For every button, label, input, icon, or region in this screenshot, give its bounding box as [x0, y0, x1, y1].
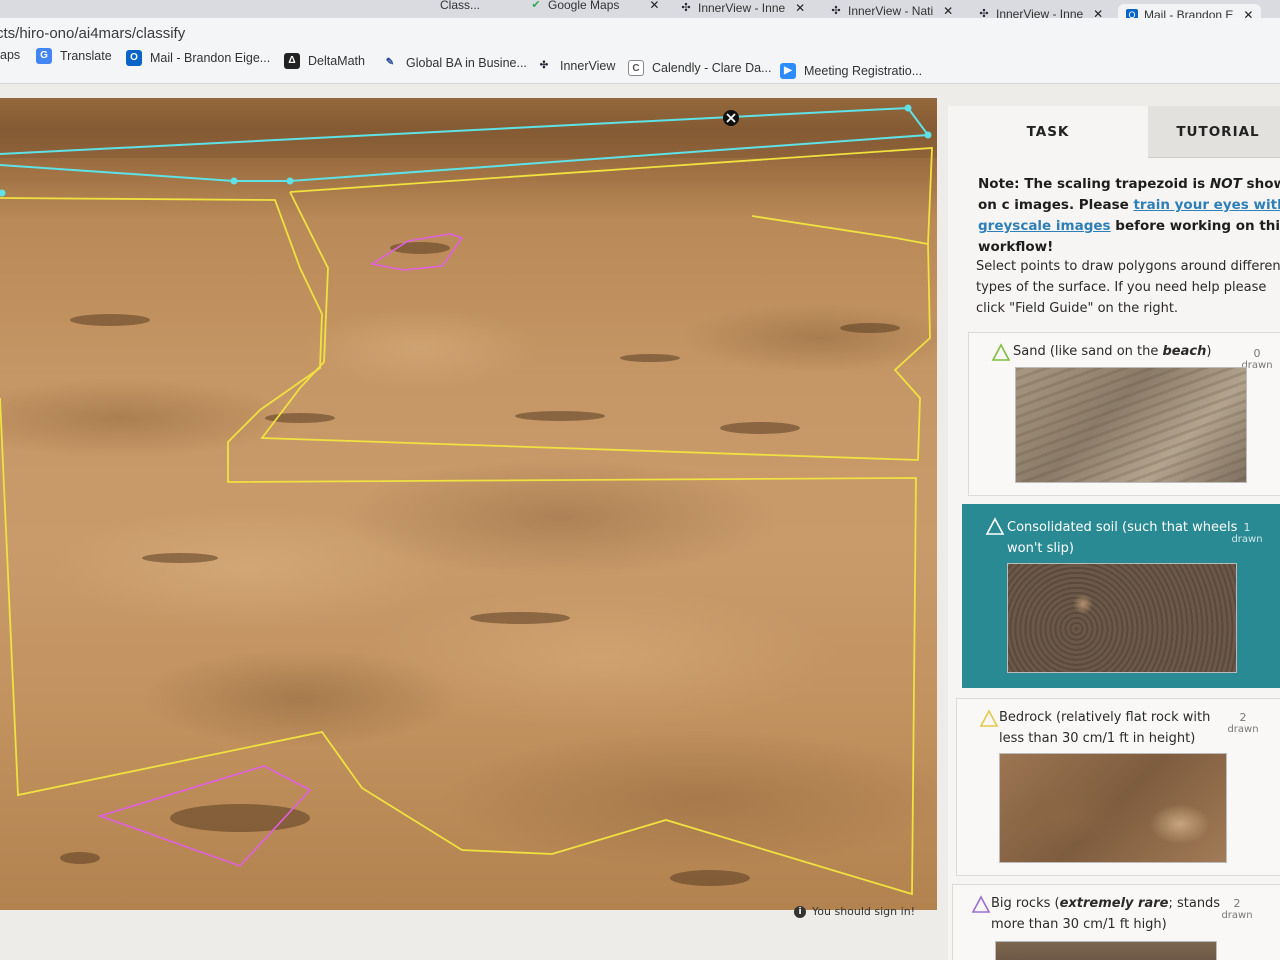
innerview-icon: ✣: [831, 5, 841, 17]
choice-label: Consolidated soil (such that wheels won'…: [1007, 520, 1238, 556]
close-icon[interactable]: ✕: [795, 1, 805, 15]
bedrock-example-image: [999, 753, 1227, 863]
tab-label: Google Maps: [548, 0, 620, 12]
bookmark-maps[interactable]: aps: [0, 48, 20, 62]
polygon-tool-icon: [985, 517, 1005, 535]
browser-tab[interactable]: Class...: [440, 0, 480, 16]
vertex-handle[interactable]: [904, 104, 912, 112]
bookmark-innerview[interactable]: ✣ InnerView: [536, 58, 616, 74]
bookmark-mail[interactable]: O Mail - Brandon Eige...: [126, 50, 270, 66]
tab-label: InnerView - Nati: [848, 4, 934, 18]
bookmark-label: Calendly - Clare Da...: [652, 61, 772, 75]
scaling-note: Note: The scaling trapezoid is NOT shown…: [978, 174, 1280, 258]
choice-label: Sand (like sand on the beach): [1013, 344, 1212, 359]
url-text[interactable]: cts/hiro-ono/ai4mars/classify: [0, 25, 185, 42]
bookmark-global-ba[interactable]: ✎ Global BA in Busine...: [382, 55, 527, 71]
polygon-yellow-left[interactable]: [0, 197, 917, 896]
bookmark-label: Translate: [60, 49, 112, 63]
tab-tutorial-label: TUTORIAL: [1176, 123, 1260, 140]
choice-big-rocks[interactable]: Big rocks (extremely rare; stands more t…: [952, 884, 1280, 960]
delete-polygon-icon[interactable]: [723, 110, 739, 126]
choice-bedrock[interactable]: Bedrock (relatively flat rock with less …: [956, 698, 1280, 876]
browser-tab[interactable]: ✣ InnerView - Inne ✕: [680, 0, 805, 18]
tab-label: InnerView - Inne: [698, 1, 786, 15]
sand-example-image: [1015, 367, 1247, 483]
sign-in-notice[interactable]: i You should sign in!: [794, 905, 915, 918]
note-text: Note: The scaling trapezoid is: [978, 176, 1210, 192]
tab-task[interactable]: TASK: [948, 106, 1148, 158]
tab-task-label: TASK: [1026, 124, 1070, 140]
bookmark-deltamath[interactable]: Δ DeltaMath: [284, 53, 365, 69]
browser-tab[interactable]: ✔ Google Maps ✕: [530, 0, 659, 16]
bookmark-translate[interactable]: G Translate: [36, 48, 112, 64]
big-rocks-example-image: [995, 941, 1217, 960]
tab-label: Class...: [440, 0, 481, 12]
mars-surface-image[interactable]: [0, 98, 937, 910]
translate-icon: G: [36, 48, 52, 64]
polygon-tool-icon: [971, 895, 991, 913]
soil-example-image: [1007, 563, 1237, 673]
panel-tabs: TASK TUTORIAL: [948, 106, 1280, 158]
bookmark-label: Global BA in Busine...: [406, 56, 527, 70]
address-bar[interactable]: cts/hiro-ono/ai4mars/classify: [0, 18, 1280, 48]
bookmark-label: Mail - Brandon Eige...: [150, 51, 271, 65]
drawn-count: 2 drawn: [1221, 897, 1253, 921]
deltamath-icon: Δ: [284, 53, 300, 69]
browser-tab[interactable]: ✣ InnerView - Inne ✕: [978, 3, 1103, 18]
info-icon: i: [794, 905, 806, 918]
polygon-tool-icon: [991, 343, 1011, 361]
tab-label: InnerView - Inne: [996, 7, 1084, 18]
vertex-handle[interactable]: [924, 131, 932, 139]
bookmark-label: InnerView: [560, 59, 616, 73]
note-emphasis: NOT: [1209, 176, 1242, 192]
drawn-count: 1 drawn: [1231, 521, 1263, 545]
sign-in-text: You should sign in!: [812, 905, 916, 918]
google-maps-icon: ✔: [531, 0, 541, 11]
outlook-icon: O: [126, 50, 142, 66]
annotation-layer[interactable]: [0, 98, 937, 910]
browser-tab[interactable]: ✣ InnerView - Nati ✕: [830, 0, 953, 18]
instructions: Select points to draw polygons around di…: [976, 259, 1280, 316]
browser-tab-active[interactable]: O Mail - Brandon E ✕: [1118, 4, 1262, 18]
choice-label: Bedrock (relatively flat rock with less …: [999, 710, 1211, 746]
zoom-icon: ▶: [780, 63, 796, 79]
horizon-band: [0, 98, 937, 158]
global-ba-icon: ✎: [385, 57, 395, 68]
innerview-icon: ✣: [979, 8, 989, 18]
choice-sand[interactable]: Sand (like sand on the beach) 0 drawn: [968, 332, 1280, 496]
bookmark-calendly[interactable]: C Calendly - Clare Da...: [628, 60, 772, 76]
vertex-handle[interactable]: [230, 177, 238, 185]
tab-label: Mail - Brandon E: [1144, 8, 1234, 18]
drawn-count: 2 drawn: [1227, 711, 1259, 735]
task-panel: TASK TUTORIAL Note: The scaling trapezoi…: [948, 106, 1280, 960]
bookmark-label: Meeting Registratio...: [804, 64, 923, 78]
bookmarks-bar: aps G Translate O Mail - Brandon Eige...…: [0, 48, 1280, 84]
calendly-icon: C: [628, 60, 644, 76]
bookmark-meeting[interactable]: ▶ Meeting Registratio...: [780, 63, 922, 79]
innerview-icon: ✣: [539, 60, 549, 71]
choice-consolidated-soil[interactable]: Consolidated soil (such that wheels won'…: [962, 504, 1280, 688]
page-content: i You should sign in! TASK TUTORIAL Note…: [0, 84, 1280, 960]
bookmark-label: DeltaMath: [308, 54, 365, 68]
close-icon[interactable]: ✕: [943, 4, 953, 18]
vertex-handle[interactable]: [286, 177, 294, 185]
bookmark-label: aps: [0, 48, 21, 62]
browser-tab-strip: Class... ✔ Google Maps ✕ ✣ InnerView - I…: [0, 0, 1280, 18]
innerview-icon: ✣: [681, 2, 691, 14]
close-icon[interactable]: ✕: [1243, 8, 1253, 18]
close-icon[interactable]: ✕: [1093, 7, 1103, 18]
outlook-icon: O: [1126, 9, 1138, 18]
choice-label: Big rocks (extremely rare; stands more t…: [991, 896, 1221, 932]
polygon-tool-icon: [979, 709, 999, 727]
vertex-handle[interactable]: [0, 189, 6, 197]
close-icon[interactable]: ✕: [649, 0, 659, 12]
tab-tutorial[interactable]: TUTORIAL: [1148, 106, 1280, 158]
